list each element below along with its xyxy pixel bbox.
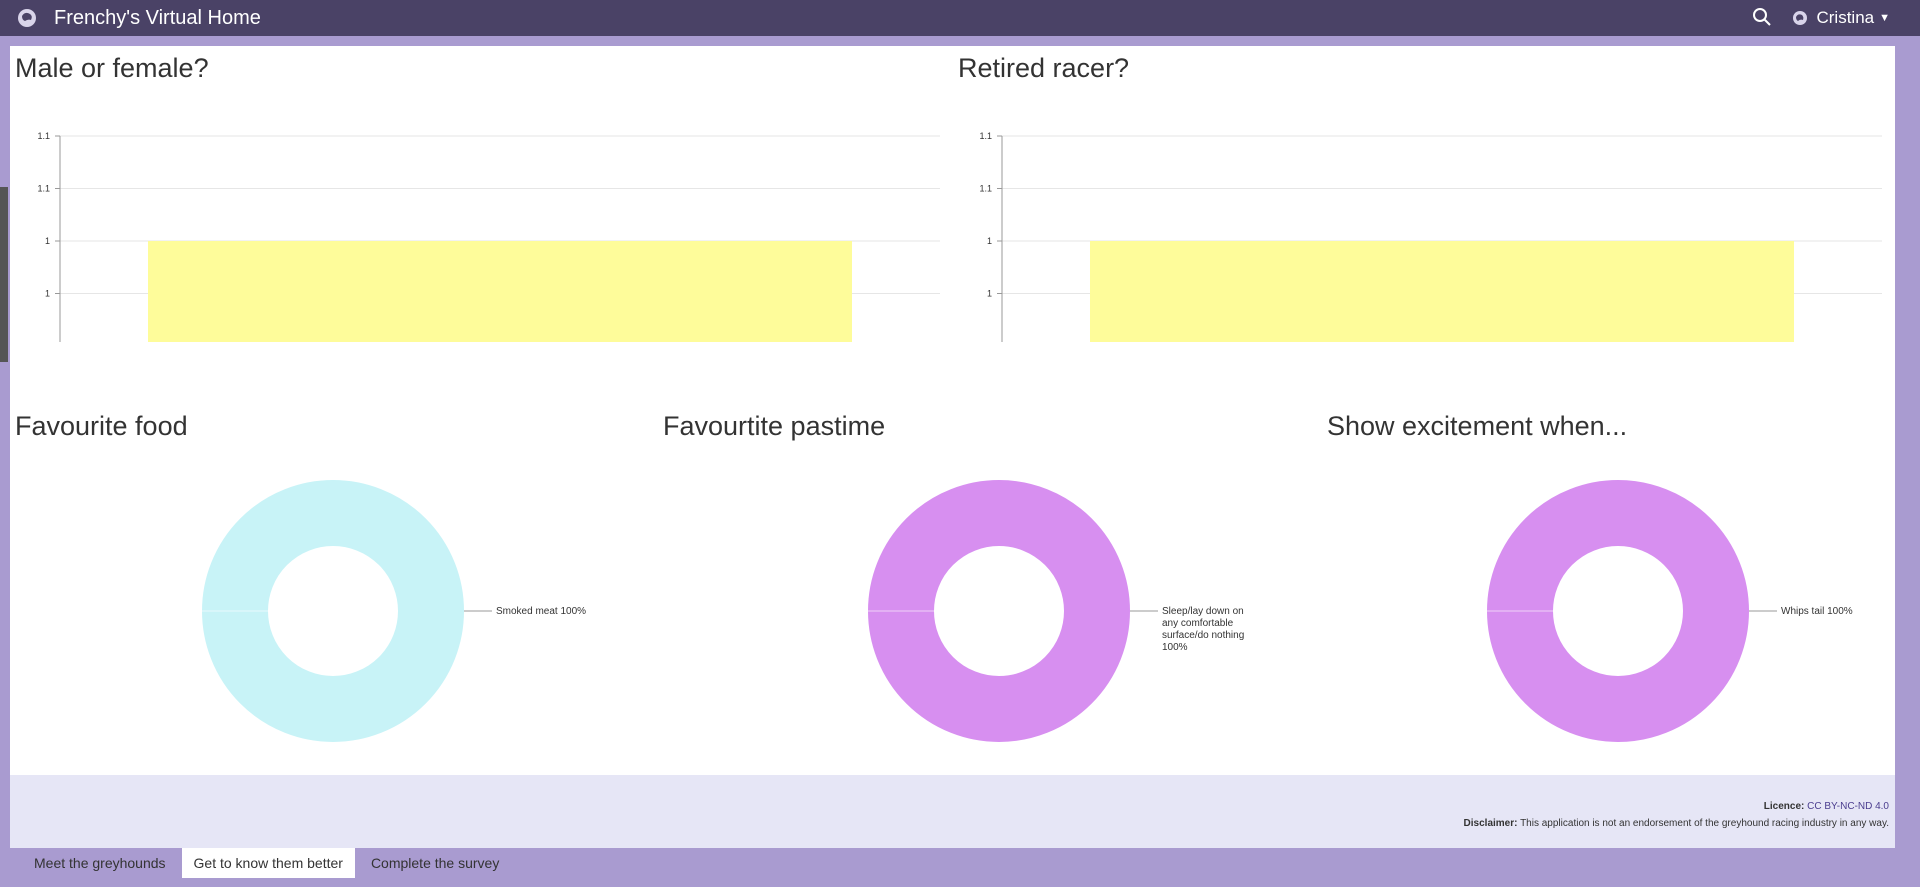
- tab-meet-the-greyhounds[interactable]: Meet the greyhounds: [10, 848, 178, 878]
- top-navbar: Frenchy's Virtual Home Cristina ▼: [0, 0, 1920, 36]
- y-tick-label: 1.1: [37, 131, 50, 141]
- search-icon[interactable]: [1752, 7, 1774, 29]
- y-tick-label: 1: [45, 289, 50, 299]
- licence-line: Licence: CC BY-NC-ND 4.0: [1764, 801, 1889, 812]
- food-donut-chart: Smoked meat 100%: [202, 480, 586, 742]
- y-tick-label: 1.1: [979, 131, 992, 141]
- gender-bar-chart: 0.9111.11.1Male: [37, 131, 940, 342]
- y-tick-label: 0.9: [37, 341, 50, 342]
- tab-get-to-know-them-better[interactable]: Get to know them better: [181, 848, 355, 878]
- excitement-chart-title: Show excitement when...: [1327, 411, 1628, 441]
- food-chart-title: Favourite food: [15, 411, 188, 441]
- y-tick-label: 1: [987, 236, 992, 246]
- licence-label: Licence:: [1763, 801, 1805, 812]
- bar: [148, 241, 852, 342]
- licence-link[interactable]: CC BY-NC-ND 4.0: [1807, 801, 1889, 812]
- disclaimer-label: Disclaimer:: [1463, 818, 1518, 829]
- chevron-down-icon: ▼: [1879, 12, 1890, 24]
- racer-bar-chart: 0.9111.11.1Yes: [979, 131, 1882, 342]
- y-tick-label: 1.1: [37, 184, 50, 194]
- bottom-tabs: Meet the greyhounds Get to know them bet…: [10, 848, 515, 878]
- pastime-donut-chart: Sleep/lay down on any comfortable surface/…: [868, 480, 1244, 742]
- y-tick-label: 0.9: [979, 341, 992, 342]
- left-edge-strip: [0, 187, 8, 362]
- slice-label: Sleep/lay down on any comfortable surface/…: [1162, 606, 1244, 653]
- bar: [1090, 241, 1794, 342]
- y-tick-label: 1: [45, 236, 50, 246]
- app-title[interactable]: Frenchy's Virtual Home: [54, 7, 261, 30]
- footer: Licence: CC BY-NC-ND 4.0 Disclaimer: Thi…: [10, 775, 1895, 848]
- pastime-chart-title: Favourtite pastime: [663, 411, 886, 441]
- charts-panel: Male or female? 0.9111.11.1Male Retired …: [10, 46, 1895, 775]
- slice-label: Whips tail 100%: [1781, 606, 1853, 617]
- slice-label: Smoked meat 100%: [496, 606, 586, 617]
- tab-complete-the-survey[interactable]: Complete the survey: [359, 848, 511, 878]
- user-name: Cristina: [1816, 8, 1875, 27]
- disclaimer-line: Disclaimer: This application is not an e…: [1464, 818, 1889, 829]
- user-menu[interactable]: Cristina ▼: [1792, 8, 1890, 28]
- gender-chart-title: Male or female?: [15, 53, 209, 83]
- y-tick-label: 1.1: [979, 184, 992, 194]
- greyhound-logo-icon[interactable]: [16, 7, 38, 29]
- racer-chart-title: Retired racer?: [958, 53, 1130, 83]
- excitement-donut-chart: Whips tail 100%: [1487, 480, 1853, 742]
- user-avatar-icon: [1792, 10, 1808, 26]
- y-tick-label: 1: [987, 289, 992, 299]
- disclaimer-text: This application is not an endorsement o…: [1520, 818, 1889, 829]
